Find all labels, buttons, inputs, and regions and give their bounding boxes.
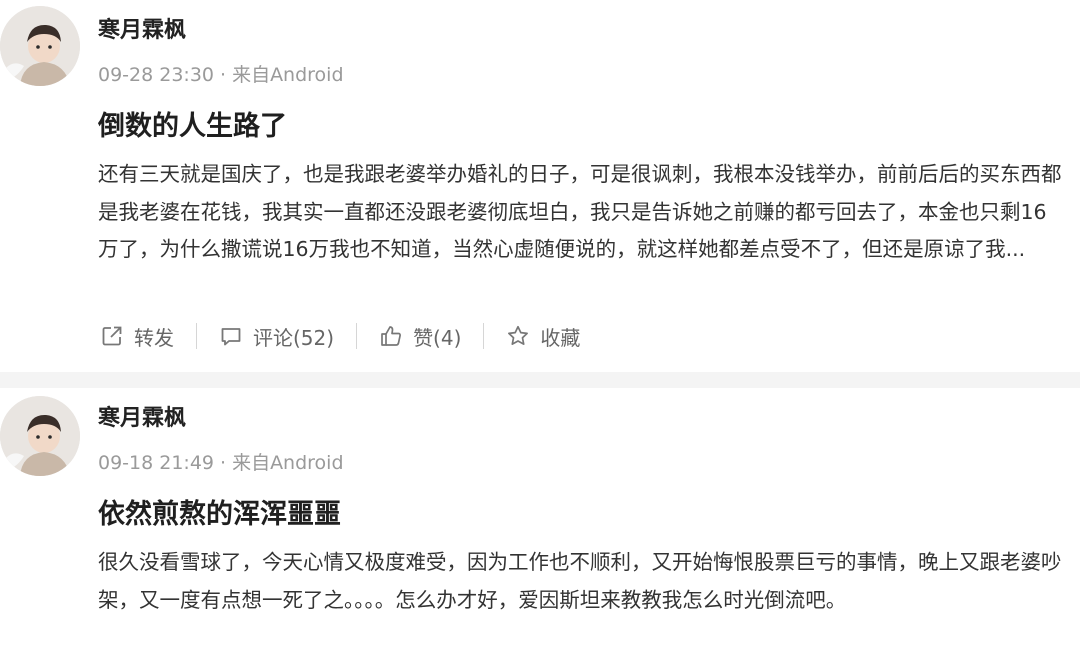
post-title[interactable]: 倒数的人生路了 — [98, 104, 287, 143]
post-divider — [0, 372, 1080, 388]
action-bar: 转发 评论(52) 赞(4) 收藏 — [100, 318, 580, 354]
comment-icon — [221, 328, 241, 346]
favorite-button[interactable]: 收藏 — [506, 322, 580, 351]
favorite-label: 收藏 — [540, 325, 581, 350]
like-button[interactable]: 赞(4) — [379, 322, 461, 351]
repost-button[interactable]: 转发 — [100, 322, 174, 351]
share-icon — [102, 326, 122, 346]
post-time: 09-18 21:49 — [98, 452, 215, 474]
repost-label: 转发 — [134, 325, 174, 350]
comment-label: 评论(52) — [253, 325, 335, 350]
meta-separator: · — [220, 452, 227, 474]
username[interactable]: 寒月霖枫 — [98, 12, 186, 44]
post-meta: 09-28 23:30 · 来自Android — [98, 60, 344, 87]
post-time: 09-28 23:30 — [98, 64, 215, 86]
avatar-photo — [0, 6, 80, 86]
post-title[interactable]: 依然煎熬的浑浑噩噩 — [98, 492, 341, 531]
avatar[interactable] — [0, 396, 80, 476]
post-card: 寒月霖枫 09-18 21:49 · 来自Android 依然煎熬的浑浑噩噩 很久没… — [0, 388, 1080, 656]
comment-button[interactable]: 评论(52) — [219, 322, 334, 351]
post-source: 来自Android — [232, 452, 344, 474]
post-source: 来自Android — [232, 64, 344, 86]
thumbs-up-icon — [381, 326, 402, 346]
post-meta: 09-18 21:49 · 来自Android — [98, 448, 344, 475]
post-body[interactable]: 很久没看雪球了，今天心情又极度难受，因为工作也不顺利，又开始悔恨股票巨亏的事情，… — [98, 544, 1063, 619]
star-icon — [508, 325, 529, 345]
avatar[interactable] — [0, 6, 80, 86]
like-label: 赞(4) — [413, 325, 462, 350]
meta-separator: · — [220, 64, 227, 86]
avatar-photo — [0, 396, 80, 476]
action-separator — [196, 323, 197, 349]
action-separator — [483, 323, 485, 349]
username[interactable]: 寒月霖枫 — [98, 400, 186, 432]
post-body[interactable]: 还有三天就是国庆了，也是我跟老婆举办婚礼的日子，可是很讽刺，我根本没钱举办，前前… — [98, 156, 1063, 269]
post-card: 寒月霖枫 09-28 23:30 · 来自Android 倒数的人生路了 还有三天就… — [0, 0, 1080, 372]
action-separator — [356, 323, 358, 349]
